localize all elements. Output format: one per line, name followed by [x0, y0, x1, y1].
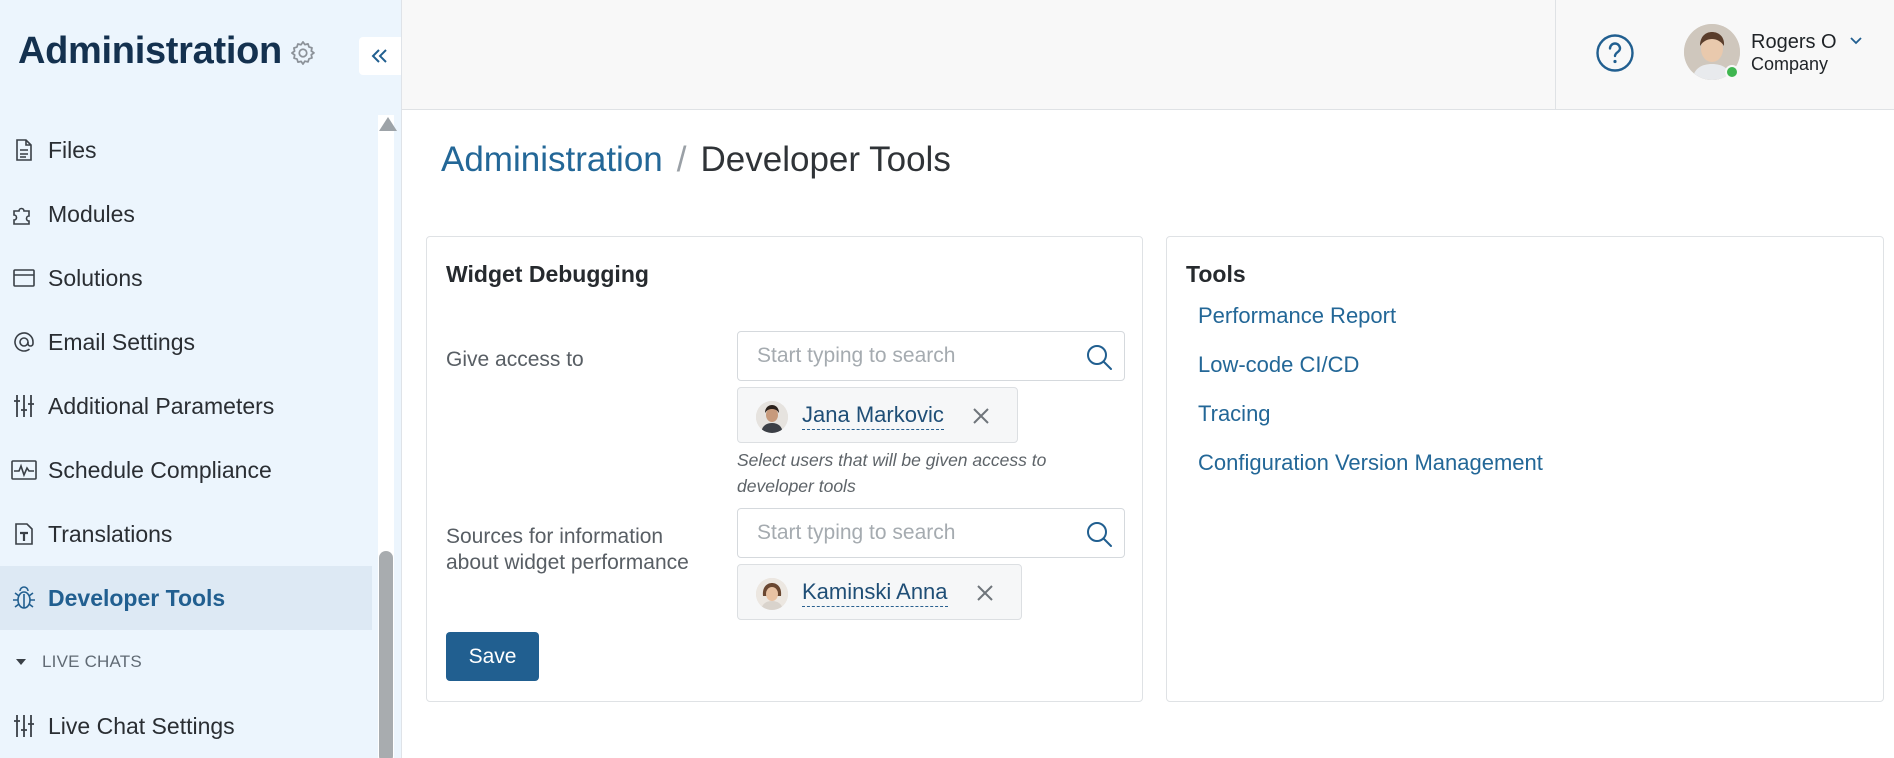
tools-link-performance-report[interactable]: Performance Report: [1198, 303, 1543, 352]
sidebar-item-label: Schedule Compliance: [48, 456, 272, 483]
tools-card: Tools Performance Report Low-code CI/CD …: [1166, 236, 1884, 702]
selected-user-name[interactable]: Jana Markovic: [802, 402, 944, 430]
sidebar-section-label: LIVE CHATS: [42, 652, 142, 671]
help-icon[interactable]: [1595, 33, 1635, 73]
caret-down-icon: [16, 659, 26, 665]
tools-list: Performance Report Low-code CI/CD Tracin…: [1198, 303, 1543, 499]
scroll-up-arrow-icon[interactable]: [379, 117, 397, 131]
widget-debugging-card: Widget Debugging Give access to Jana Mar…: [426, 236, 1143, 702]
save-button[interactable]: Save: [446, 632, 539, 681]
bug-icon: [10, 584, 38, 612]
page-title: Developer Tools: [700, 140, 951, 179]
close-icon[interactable]: [974, 582, 996, 604]
sidebar-item-label: Translations: [48, 520, 173, 547]
sidebar-item-translations[interactable]: Translations: [0, 502, 372, 566]
window-icon: [10, 264, 38, 292]
close-icon[interactable]: [970, 405, 992, 427]
give-access-label: Give access to: [446, 348, 584, 371]
search-icon[interactable]: [1084, 519, 1114, 549]
tools-link-low-code-ci-cd[interactable]: Low-code CI/CD: [1198, 352, 1543, 401]
give-access-hint: Select users that will be given access t…: [737, 450, 1047, 496]
top-bar: [402, 0, 1894, 110]
sidebar-item-label: Additional Parameters: [48, 392, 275, 419]
sources-search-input[interactable]: [738, 509, 1078, 557]
user-chip-kaminski-anna: Kaminski Anna: [737, 564, 1022, 620]
sidebar-scrollbar[interactable]: [378, 115, 397, 758]
sidebar-item-schedule-compliance[interactable]: Schedule Compliance: [0, 438, 372, 502]
tools-link-tracing[interactable]: Tracing: [1198, 401, 1543, 450]
sidebar-header: Administration: [0, 0, 402, 110]
sources-label: Sources for information about widget per…: [446, 525, 689, 574]
online-status-indicator: [1725, 65, 1739, 79]
sidebar-item-additional-parameters[interactable]: Additional Parameters: [0, 374, 372, 438]
avatar: [756, 578, 788, 610]
user-chip-jana-markovic: Jana Markovic: [737, 387, 1018, 443]
sidebar-item-label: Developer Tools: [48, 584, 226, 611]
sources-search[interactable]: [737, 508, 1125, 558]
chevron-down-icon[interactable]: [1849, 36, 1863, 46]
avatar: [756, 401, 788, 433]
puzzle-icon: [10, 200, 38, 228]
at-sign-icon: [10, 328, 38, 356]
give-access-search[interactable]: [737, 331, 1125, 381]
user-name[interactable]: Rogers O: [1751, 31, 1837, 54]
user-company: Company: [1751, 54, 1829, 74]
file-icon: [10, 136, 38, 164]
top-bar-divider: [1555, 0, 1556, 110]
sidebar-item-label: Live Chat Settings: [48, 712, 235, 739]
gear-icon[interactable]: [289, 39, 317, 67]
sidebar-item-email-settings[interactable]: Email Settings: [0, 310, 372, 374]
sliders-icon: [10, 392, 38, 420]
widget-debugging-title: Widget Debugging: [446, 261, 649, 287]
sidebar-item-modules[interactable]: Modules: [0, 182, 372, 246]
pulse-icon: [10, 456, 38, 484]
sidebar-item-developer-tools[interactable]: Developer Tools: [0, 566, 372, 630]
sidebar-title: Administration: [18, 30, 282, 72]
breadcrumb-link-administration[interactable]: Administration: [441, 140, 663, 180]
tools-title: Tools: [1186, 261, 1246, 287]
breadcrumb: Administration / Developer Tools: [441, 140, 951, 180]
give-access-search-input[interactable]: [738, 332, 1078, 380]
search-icon[interactable]: [1084, 342, 1114, 372]
translate-doc-icon: [10, 520, 38, 548]
sidebar-item-label: Solutions: [48, 264, 143, 291]
double-chevron-left-icon: [371, 49, 387, 63]
collapse-sidebar-button[interactable]: [359, 37, 401, 75]
selected-user-name[interactable]: Kaminski Anna: [802, 579, 948, 607]
breadcrumb-separator: /: [676, 140, 687, 179]
sidebar-item-label: Modules: [48, 200, 135, 227]
sidebar-section-live-chats[interactable]: LIVE CHATS: [0, 630, 372, 694]
sidebar-item-live-chat-settings[interactable]: Live Chat Settings: [0, 694, 372, 758]
sidebar-item-label: Files: [48, 136, 97, 163]
sidebar-item-files[interactable]: Files: [0, 118, 372, 182]
sidebar: Administration Files Modules Solutions E…: [0, 0, 402, 758]
sidebar-nav: Files Modules Solutions Email Settings A…: [0, 118, 372, 758]
sliders-icon: [10, 712, 38, 740]
sidebar-item-label: Email Settings: [48, 328, 196, 355]
tools-link-configuration-version-management[interactable]: Configuration Version Management: [1198, 450, 1543, 499]
sidebar-item-solutions[interactable]: Solutions: [0, 246, 372, 310]
scrollbar-thumb[interactable]: [379, 551, 393, 758]
